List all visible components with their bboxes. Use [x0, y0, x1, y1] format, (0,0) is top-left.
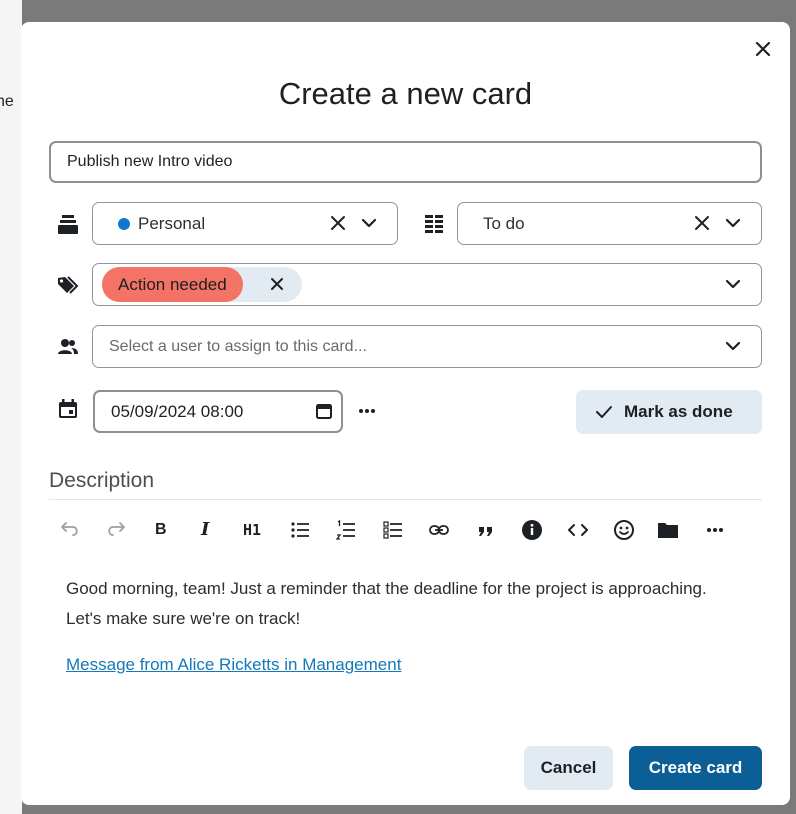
tags-icon — [57, 274, 79, 296]
date-picker-icon[interactable] — [315, 402, 333, 420]
chevron-down-icon[interactable] — [723, 336, 743, 356]
assignee-select[interactable]: Select a user to assign to this card... — [92, 325, 762, 368]
create-card-button[interactable]: Create card — [629, 746, 762, 790]
quote-icon[interactable] — [475, 519, 497, 541]
card-title-input[interactable]: Publish new Intro video — [49, 141, 762, 183]
tags-select[interactable]: Action needed — [92, 263, 762, 306]
columns-icon — [423, 213, 445, 235]
column-select-value: To do — [483, 214, 525, 233]
message-link[interactable]: Message from Alice Ricketts in Managemen… — [66, 655, 401, 675]
due-date-input[interactable]: 05/09/2024 08:00 — [93, 390, 343, 433]
board-select-value: Personal — [138, 214, 206, 233]
background-page: he — [0, 0, 22, 814]
more-options-icon[interactable] — [357, 408, 377, 414]
description-body[interactable]: Good morning, team! Just a reminder that… — [66, 574, 746, 634]
background-text: he — [0, 93, 14, 110]
column-select[interactable]: To do — [457, 202, 762, 245]
chevron-down-icon[interactable] — [723, 274, 743, 294]
due-date-value: 05/09/2024 08:00 — [111, 402, 244, 421]
emoji-icon[interactable] — [613, 519, 635, 541]
mark-as-done-button[interactable]: Mark as done — [576, 390, 762, 434]
chevron-down-icon[interactable] — [723, 213, 743, 233]
chevron-down-icon[interactable] — [359, 213, 379, 233]
divider — [49, 499, 762, 500]
bold-button[interactable]: B — [155, 519, 167, 541]
cancel-button[interactable]: Cancel — [524, 746, 613, 790]
bullet-list-icon[interactable] — [289, 519, 311, 541]
mark-as-done-label: Mark as done — [624, 402, 733, 421]
stack-icon — [57, 213, 79, 235]
board-select[interactable]: Personal — [92, 202, 398, 245]
undo-icon[interactable] — [59, 519, 81, 541]
users-icon — [57, 336, 79, 358]
board-color-dot — [118, 218, 130, 230]
link-icon[interactable] — [428, 519, 450, 541]
code-icon[interactable] — [567, 519, 589, 541]
checklist-icon[interactable] — [382, 519, 404, 541]
close-icon[interactable] — [752, 38, 774, 60]
folder-icon[interactable] — [657, 519, 679, 541]
tag-chip-wrapper: Action needed — [102, 267, 302, 302]
numbered-list-icon[interactable] — [335, 519, 357, 541]
heading-button[interactable]: H1 — [243, 519, 261, 541]
create-card-modal: Create a new card Publish new Intro vide… — [21, 22, 790, 805]
tag-chip: Action needed — [102, 267, 243, 302]
description-label: Description — [49, 469, 155, 492]
modal-title: Create a new card — [278, 76, 533, 111]
info-icon[interactable] — [521, 519, 543, 541]
clear-column-icon[interactable] — [692, 213, 712, 233]
clear-board-icon[interactable] — [328, 213, 348, 233]
redo-icon[interactable] — [105, 519, 127, 541]
assignee-placeholder: Select a user to assign to this card... — [109, 338, 367, 355]
checkmark-icon — [594, 402, 614, 422]
more-toolbar-icon[interactable] — [704, 519, 726, 541]
remove-tag-icon[interactable] — [268, 275, 286, 293]
calendar-icon — [57, 398, 79, 420]
italic-button[interactable]: I — [201, 519, 209, 541]
